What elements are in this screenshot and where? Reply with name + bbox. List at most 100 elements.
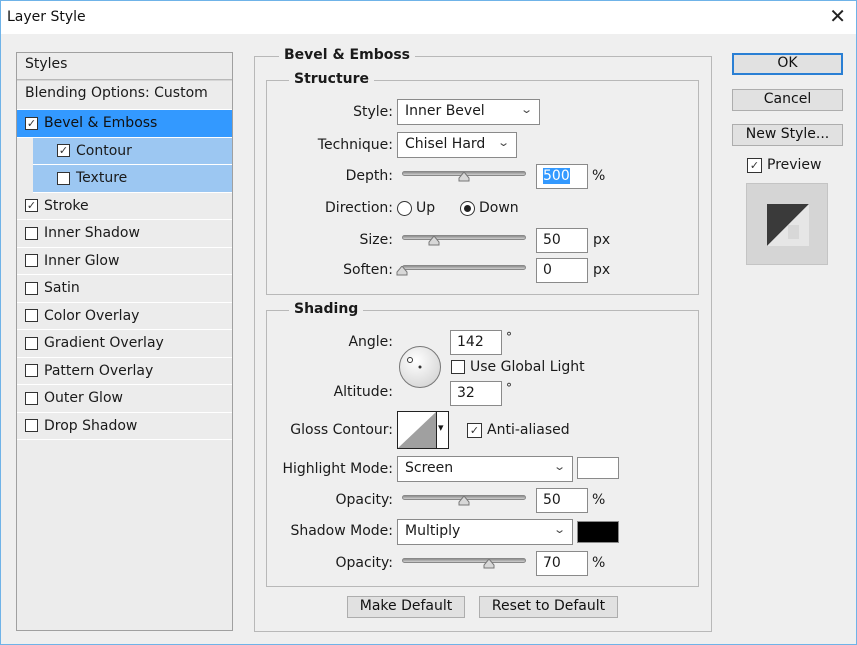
chevron-down-icon: ⌄ — [552, 460, 566, 473]
highlight-opacity-value: 50 — [543, 492, 561, 508]
slider-track — [402, 558, 526, 563]
slider-thumb[interactable] — [428, 236, 440, 246]
checkbox[interactable]: ✓ — [467, 422, 482, 438]
anti-aliased-checkbox[interactable]: ✓ Anti-aliased — [467, 422, 570, 438]
shadow-mode-label: Shadow Mode: — [290, 523, 393, 539]
reset-to-default-button[interactable]: Reset to Default — [479, 596, 618, 618]
radio-button[interactable] — [397, 200, 412, 216]
highlight-mode-label: Highlight Mode: — [282, 461, 393, 477]
style-item-label: Bevel & Emboss — [44, 115, 158, 132]
size-input[interactable]: 50 — [536, 228, 588, 253]
highlight-mode-dropdown[interactable]: Screen ⌄ — [397, 456, 573, 482]
use-global-light-label: Use Global Light — [470, 359, 585, 375]
blending-options-item[interactable]: Blending Options: Custom — [17, 80, 232, 110]
depth-slider[interactable] — [402, 168, 526, 182]
style-item-drop-shadow[interactable]: Drop Shadow — [17, 413, 232, 440]
depth-input[interactable]: 500 — [536, 164, 588, 189]
style-label: Style: — [353, 104, 393, 120]
shadow-opacity-unit: % — [592, 555, 606, 571]
checkbox[interactable] — [25, 309, 38, 323]
chevron-down-icon: ⌄ — [552, 523, 566, 536]
styles-header[interactable]: Styles — [17, 53, 232, 80]
preview-checkbox[interactable]: ✓ Preview — [747, 157, 822, 173]
slider-thumb[interactable] — [396, 266, 408, 276]
checkbox[interactable] — [25, 336, 38, 350]
shadow-opacity-slider[interactable] — [402, 555, 526, 569]
checkbox[interactable] — [25, 419, 38, 433]
checkbox[interactable] — [25, 391, 38, 405]
soften-input[interactable]: 0 — [536, 258, 588, 283]
highlight-color-swatch[interactable] — [577, 457, 619, 479]
checkbox[interactable] — [451, 360, 465, 374]
style-item-label: Drop Shadow — [44, 417, 138, 434]
style-item-contour[interactable]: ✓ Contour — [33, 137, 232, 165]
direction-down-radio[interactable]: Down — [460, 200, 519, 216]
slider-thumb[interactable] — [458, 496, 470, 506]
altitude-value: 32 — [457, 385, 475, 401]
style-item-color-overlay[interactable]: Color Overlay — [17, 303, 232, 330]
style-item-pattern-overlay[interactable]: Pattern Overlay — [17, 358, 232, 385]
size-unit: px — [593, 232, 611, 248]
highlight-opacity-input[interactable]: 50 — [536, 488, 588, 513]
style-item-label: Outer Glow — [44, 390, 123, 407]
checkbox[interactable]: ✓ — [57, 144, 70, 158]
new-style-button[interactable]: New Style... — [732, 124, 843, 146]
gloss-contour-label: Gloss Contour: — [290, 422, 393, 438]
close-icon[interactable]: ✕ — [829, 5, 846, 27]
checkbox[interactable]: ✓ — [25, 116, 38, 130]
shadow-color-swatch[interactable] — [577, 521, 619, 543]
style-item-label: Satin — [44, 280, 80, 297]
style-item-texture[interactable]: Texture — [33, 165, 232, 193]
size-slider[interactable] — [402, 232, 526, 246]
shadow-mode-dropdown[interactable]: Multiply ⌄ — [397, 519, 573, 545]
direction-label: Direction: — [325, 200, 393, 216]
preview-label: Preview — [767, 157, 822, 173]
style-item-label: Contour — [76, 142, 132, 159]
checkbox[interactable] — [25, 364, 38, 378]
ok-button[interactable]: OK — [732, 53, 843, 75]
soften-slider[interactable] — [396, 262, 526, 276]
style-item-gradient-overlay[interactable]: Gradient Overlay — [17, 330, 232, 358]
checkbox[interactable]: ✓ — [25, 199, 38, 213]
anti-aliased-label: Anti-aliased — [487, 422, 570, 438]
chevron-down-icon: ⌄ — [519, 103, 533, 116]
highlight-opacity-unit: % — [592, 492, 606, 508]
style-item-outer-glow[interactable]: Outer Glow — [17, 385, 232, 413]
angle-dial[interactable] — [398, 345, 442, 389]
style-dropdown[interactable]: Inner Bevel ⌄ — [397, 99, 540, 125]
slider-thumb[interactable] — [458, 172, 470, 182]
checkbox[interactable] — [25, 254, 38, 268]
style-item-stroke[interactable]: ✓ Stroke — [17, 193, 232, 220]
angle-degree: ° — [506, 330, 512, 344]
altitude-input[interactable]: 32 — [450, 381, 502, 406]
angle-value: 142 — [457, 334, 484, 350]
cancel-button[interactable]: Cancel — [732, 89, 843, 111]
highlight-opacity-slider[interactable] — [402, 492, 526, 506]
contour-preview-icon — [398, 412, 436, 448]
altitude-label: Altitude: — [333, 384, 393, 400]
soften-label: Soften: — [343, 262, 393, 278]
style-item-label: Pattern Overlay — [44, 362, 154, 379]
soften-value: 0 — [543, 262, 552, 278]
shading-title: Shading — [289, 301, 364, 317]
make-default-button[interactable]: Make Default — [347, 596, 465, 618]
style-item-satin[interactable]: Satin — [17, 275, 232, 303]
direction-up-radio[interactable]: Up — [397, 200, 435, 216]
style-item-inner-shadow[interactable]: Inner Shadow — [17, 220, 232, 248]
checkbox[interactable] — [25, 281, 38, 295]
checkbox[interactable] — [57, 171, 70, 185]
slider-track — [402, 235, 526, 240]
radio-button[interactable] — [460, 200, 475, 216]
depth-unit: % — [592, 168, 606, 184]
shadow-opacity-input[interactable]: 70 — [536, 551, 588, 576]
angle-input[interactable]: 142 — [450, 330, 502, 355]
technique-dropdown[interactable]: Chisel Hard ⌄ — [397, 132, 517, 158]
checkbox[interactable] — [25, 226, 38, 240]
gloss-contour-picker[interactable]: ▾ — [397, 411, 449, 449]
layer-style-dialog: Layer Style ✕ Styles Blending Options: C… — [0, 0, 857, 645]
use-global-light-checkbox[interactable]: Use Global Light — [451, 359, 585, 375]
checkbox[interactable]: ✓ — [747, 157, 762, 173]
slider-thumb[interactable] — [483, 559, 495, 569]
style-item-bevel-emboss[interactable]: ✓ Bevel & Emboss — [17, 110, 232, 138]
style-item-inner-glow[interactable]: Inner Glow — [17, 248, 232, 275]
